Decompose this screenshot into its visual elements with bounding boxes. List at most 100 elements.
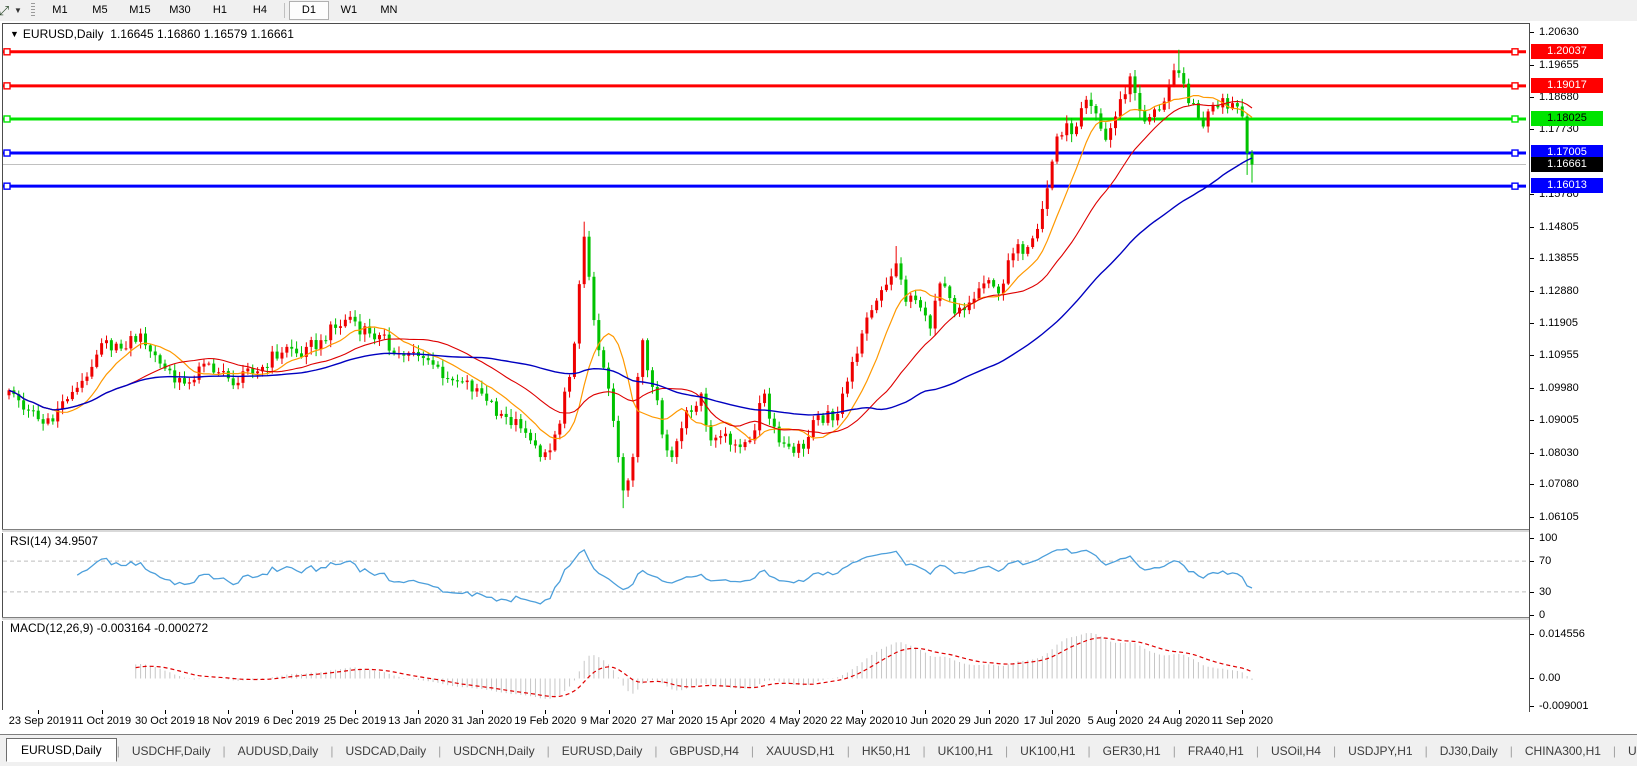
date-tick xyxy=(545,710,546,714)
timeframe-button-m5[interactable]: M5 xyxy=(80,1,120,20)
price-tick-label: 1.06105 xyxy=(1539,511,1579,523)
date-tick xyxy=(418,710,419,714)
date-tick-label: 18 Nov 2019 xyxy=(197,715,259,727)
date-tick-label: 29 Jun 2020 xyxy=(958,715,1019,727)
timeframe-button-m15[interactable]: M15 xyxy=(120,1,160,20)
price-tick xyxy=(1530,420,1534,421)
date-tick xyxy=(862,710,863,714)
timeframe-button-h1[interactable]: H1 xyxy=(200,1,240,20)
chart-tab-eurusd-daily[interactable]: EURUSD,Daily xyxy=(6,738,117,762)
macd-indicator-label: MACD(12,26,9) -0.003164 -0.000272 xyxy=(10,621,208,635)
line-handle[interactable] xyxy=(1512,83,1518,89)
price-tick xyxy=(1530,291,1534,292)
timeframe-button-h4[interactable]: H4 xyxy=(240,1,280,20)
rsi-tick xyxy=(1530,561,1534,562)
crosshair-tool-icon[interactable]: ⤢ xyxy=(0,3,12,19)
main-chart-canvas[interactable] xyxy=(3,24,1528,528)
price-tick xyxy=(1530,32,1534,33)
price-level-label: 1.16013 xyxy=(1531,178,1603,193)
rsi-name: RSI(14) xyxy=(10,534,51,548)
date-tick xyxy=(672,710,673,714)
timeframe-toolbar: ⤢ ▼ M1M5M15M30H1H4 D1W1MN xyxy=(0,0,1637,22)
ma-10-line xyxy=(9,96,1252,440)
chevron-down-icon[interactable]: ▼ xyxy=(14,6,22,15)
chart-title-caret-icon[interactable]: ▼ xyxy=(10,29,19,39)
price-axis[interactable]: 1.206301.196551.186801.177301.157801.148… xyxy=(1530,23,1637,711)
date-tick xyxy=(102,710,103,714)
chart-tab-usoil-h4[interactable]: USOil,H4 xyxy=(1259,740,1333,762)
rsi-tick xyxy=(1530,615,1534,616)
chart-tab-usdcad-daily[interactable]: USDCAD,Daily xyxy=(333,740,438,762)
chart-tab-uk100-h1[interactable]: UK100,H1 xyxy=(926,740,1005,762)
date-tick-label: 23 Sep 2019 xyxy=(9,715,71,727)
price-tick-label: 1.20630 xyxy=(1539,26,1579,38)
time-axis[interactable]: 23 Sep 201911 Oct 201930 Oct 201918 Nov … xyxy=(2,710,1529,734)
chart-tab-hk50-h1[interactable]: HK50,H1 xyxy=(850,740,923,762)
chart-tab-china300-h1[interactable]: CHINA300,H1 xyxy=(1513,740,1613,762)
date-tick xyxy=(735,710,736,714)
date-tick-label: 25 Dec 2019 xyxy=(324,715,386,727)
line-handle[interactable] xyxy=(4,150,10,156)
horizontal-line[interactable] xyxy=(3,83,1526,89)
date-tick-label: 9 Mar 2020 xyxy=(581,715,637,727)
line-handle[interactable] xyxy=(4,49,10,55)
line-handle[interactable] xyxy=(4,183,10,189)
level-lines-layer xyxy=(3,49,1526,189)
date-tick xyxy=(1116,710,1117,714)
price-tick xyxy=(1530,484,1534,485)
chart-tab-xauusd-h1[interactable]: XAUUSD,H1 xyxy=(754,740,847,762)
line-handle[interactable] xyxy=(1512,116,1518,122)
chart-tab-eurusd-daily[interactable]: EURUSD,Daily xyxy=(550,740,655,762)
date-tick xyxy=(1052,710,1053,714)
toolbar-grip[interactable] xyxy=(31,3,35,18)
ohlc-low: 1.16579 xyxy=(204,27,247,41)
chart-tab-ger30-h1[interactable]: GER30,H1 xyxy=(1091,740,1173,762)
price-tick xyxy=(1530,517,1534,518)
date-tick xyxy=(228,710,229,714)
date-tick xyxy=(925,710,926,714)
price-tick-label: 1.13855 xyxy=(1539,252,1579,264)
rsi-tick-label: 0 xyxy=(1539,609,1545,621)
horizontal-line[interactable] xyxy=(3,49,1526,55)
date-tick-label: 22 May 2020 xyxy=(830,715,894,727)
line-handle[interactable] xyxy=(1512,49,1518,55)
price-tick-label: 1.18680 xyxy=(1539,91,1579,103)
date-tick xyxy=(1242,710,1243,714)
chart-tab-usoil-h1[interactable]: USOil,H1 xyxy=(1616,740,1637,762)
horizontal-line[interactable] xyxy=(3,150,1526,156)
line-handle[interactable] xyxy=(1512,183,1518,189)
line-handle[interactable] xyxy=(1512,150,1518,156)
horizontal-line[interactable] xyxy=(3,116,1526,122)
date-tick-label: 27 Mar 2020 xyxy=(641,715,703,727)
timeframe-button-m1[interactable]: M1 xyxy=(40,1,80,20)
timeframe-button-mn[interactable]: MN xyxy=(369,1,409,20)
chart-tab-audusd-daily[interactable]: AUDUSD,Daily xyxy=(226,740,331,762)
date-tick xyxy=(609,710,610,714)
date-tick xyxy=(38,710,39,714)
horizontal-line[interactable] xyxy=(3,183,1526,189)
price-tick xyxy=(1530,97,1534,98)
date-tick xyxy=(989,710,990,714)
date-tick-label: 30 Oct 2019 xyxy=(135,715,195,727)
chart-tab-uk100-h1[interactable]: UK100,H1 xyxy=(1008,740,1087,762)
price-tick-label: 1.14805 xyxy=(1539,221,1579,233)
timeframe-button-m30[interactable]: M30 xyxy=(160,1,200,20)
price-level-label: 1.19017 xyxy=(1531,78,1603,93)
chart-tab-usdcnh-daily[interactable]: USDCNH,Daily xyxy=(441,740,546,762)
macd-tick xyxy=(1530,634,1534,635)
line-handle[interactable] xyxy=(4,83,10,89)
date-tick-label: 10 Jun 2020 xyxy=(895,715,956,727)
timeframe-button-d1[interactable]: D1 xyxy=(289,1,329,20)
rsi-tick xyxy=(1530,592,1534,593)
chart-tab-usdchf-daily[interactable]: USDCHF,Daily xyxy=(120,740,223,762)
rsi-tick xyxy=(1530,538,1534,539)
chart-tab-usdjpy-h1[interactable]: USDJPY,H1 xyxy=(1336,740,1424,762)
timeframe-button-w1[interactable]: W1 xyxy=(329,1,369,20)
macd-tick xyxy=(1530,678,1534,679)
line-handle[interactable] xyxy=(4,116,10,122)
chart-tab-fra40-h1[interactable]: FRA40,H1 xyxy=(1176,740,1256,762)
price-tick-label: 1.07080 xyxy=(1539,478,1579,490)
chart-tab-gbpusd-h4[interactable]: GBPUSD,H4 xyxy=(658,740,751,762)
chart-tab-dj30-daily[interactable]: DJ30,Daily xyxy=(1428,740,1510,762)
date-tick-label: 11 Sep 2020 xyxy=(1211,715,1273,727)
